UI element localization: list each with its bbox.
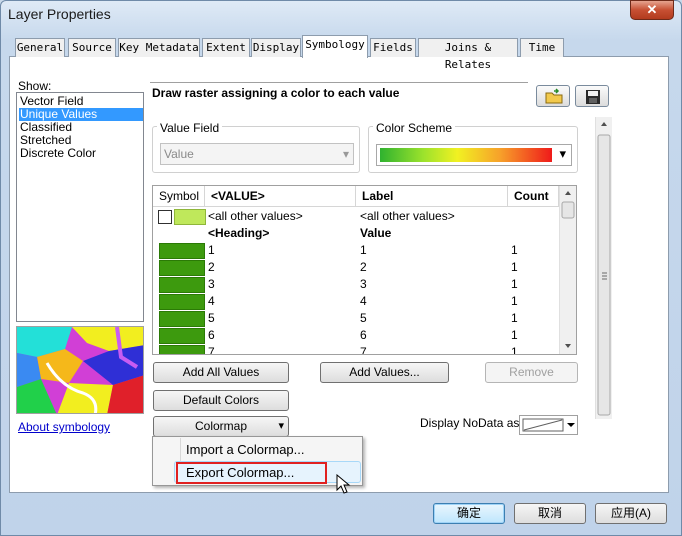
about-symbology-link[interactable]: About symbology — [18, 420, 110, 434]
color-ramp-swatch — [380, 148, 552, 162]
default-colors-button[interactable]: Default Colors — [153, 390, 289, 411]
table-row-label: 6 — [360, 328, 367, 342]
remove-button[interactable]: Remove — [485, 362, 578, 383]
table-row-count: 1 — [511, 277, 518, 291]
table-row-swatch[interactable] — [159, 294, 205, 310]
tab-key-metadata[interactable]: Key Metadata — [118, 38, 200, 57]
column-header-symbol[interactable]: Symbol — [153, 186, 205, 207]
other-values-value: <all other values> — [208, 209, 303, 223]
scroll-up-icon — [601, 122, 607, 126]
value-field-value: Value — [164, 147, 194, 161]
table-row-label: 7 — [360, 345, 367, 355]
table-row-value: 5 — [208, 311, 215, 325]
menu-item-import-colormap[interactable]: Import a Colormap... — [186, 442, 305, 457]
show-list[interactable]: Vector Field Unique Values Classified St… — [16, 92, 144, 322]
values-table[interactable]: Symbol <VALUE> Label Count <all other va… — [152, 185, 577, 355]
tab-source[interactable]: Source — [68, 38, 116, 57]
checkbox[interactable] — [158, 210, 172, 224]
other-values-swatch[interactable] — [174, 209, 206, 225]
table-row-value: 4 — [208, 294, 215, 308]
add-values-button[interactable]: Add Values... — [320, 362, 449, 383]
chevron-down-icon: ▾ — [342, 147, 349, 161]
nodata-color-picker[interactable] — [519, 415, 578, 435]
table-row-label: 3 — [360, 277, 367, 291]
tab-extent[interactable]: Extent — [202, 38, 250, 57]
column-header-label[interactable]: Label — [356, 186, 508, 207]
table-row-value: 3 — [208, 277, 215, 291]
table-row-label: 5 — [360, 311, 367, 325]
tab-display[interactable]: Display — [251, 38, 301, 57]
column-header-count[interactable]: Count — [508, 186, 559, 207]
tab-general[interactable]: General — [15, 38, 65, 57]
cancel-button[interactable]: 取消 — [514, 503, 586, 524]
table-row-swatch[interactable] — [159, 345, 205, 354]
chevron-down-icon: ▾ — [559, 146, 566, 161]
save-icon — [586, 90, 600, 104]
colormap-button-label: Colormap — [194, 419, 248, 433]
other-values-label: <all other values> — [360, 209, 455, 223]
ok-button[interactable]: 确定 — [433, 503, 505, 524]
chevron-down-icon: ▾ — [278, 420, 284, 432]
color-scheme-label: Color Scheme — [373, 121, 456, 135]
table-row-swatch[interactable] — [159, 243, 205, 259]
chevron-down-icon — [567, 423, 575, 427]
heading-divider — [150, 82, 528, 83]
scroll-down-icon — [565, 344, 571, 348]
window-title: Layer Properties — [8, 6, 111, 22]
panel-scrollbar[interactable] — [595, 117, 612, 419]
renderer-description: Draw raster assigning a color to each va… — [152, 86, 400, 100]
save-button[interactable] — [575, 85, 609, 107]
table-row-swatch[interactable] — [159, 277, 205, 293]
heading-row-value: <Heading> — [208, 226, 270, 240]
table-row-swatch[interactable] — [159, 311, 205, 327]
value-field-select[interactable]: Value ▾ — [160, 143, 354, 165]
show-label: Show: — [18, 79, 52, 93]
apply-button[interactable]: 应用(A) — [595, 503, 667, 524]
close-button[interactable]: ✕ — [630, 0, 674, 20]
open-folder-icon — [545, 88, 563, 104]
table-row-label: 1 — [360, 243, 367, 257]
mouse-cursor-icon — [336, 474, 351, 494]
annotation-highlight-box — [176, 462, 327, 484]
table-row-count: 1 — [511, 243, 518, 257]
table-row-swatch[interactable] — [159, 328, 205, 344]
tab-symbology[interactable]: Symbology — [302, 35, 368, 58]
color-scheme-select[interactable]: ▾ — [376, 144, 572, 166]
add-all-values-button[interactable]: Add All Values — [153, 362, 289, 383]
table-scrollbar[interactable] — [559, 186, 576, 354]
table-row-value: 7 — [208, 345, 215, 355]
tab-fields[interactable]: Fields — [370, 38, 416, 57]
table-row-label: 2 — [360, 260, 367, 274]
table-row-value: 2 — [208, 260, 215, 274]
nodata-label: Display NoData as — [420, 416, 520, 430]
heading-row-label: Value — [360, 226, 392, 240]
column-header-value[interactable]: <VALUE> — [205, 186, 356, 207]
table-row-label: 4 — [360, 294, 367, 308]
table-row-count: 1 — [511, 328, 518, 342]
colormap-button[interactable]: Colormap ▾ — [153, 416, 289, 437]
value-field-label: Value Field — [157, 121, 223, 135]
tab-time[interactable]: Time — [520, 38, 564, 57]
table-row-count: 1 — [511, 260, 518, 274]
table-row-count: 1 — [511, 294, 518, 308]
tab-joins-relates[interactable]: Joins & Relates — [418, 38, 518, 71]
symbology-preview-image — [16, 326, 144, 414]
table-row-swatch[interactable] — [159, 260, 205, 276]
table-row-value: 1 — [208, 243, 215, 257]
table-row-count: 1 — [511, 345, 518, 355]
scroll-up-icon — [565, 191, 571, 195]
open-folder-button[interactable] — [536, 85, 570, 107]
show-item-discrete-color[interactable]: Discrete Color — [19, 147, 143, 160]
table-row-value: 6 — [208, 328, 215, 342]
table-row-count: 1 — [511, 311, 518, 325]
